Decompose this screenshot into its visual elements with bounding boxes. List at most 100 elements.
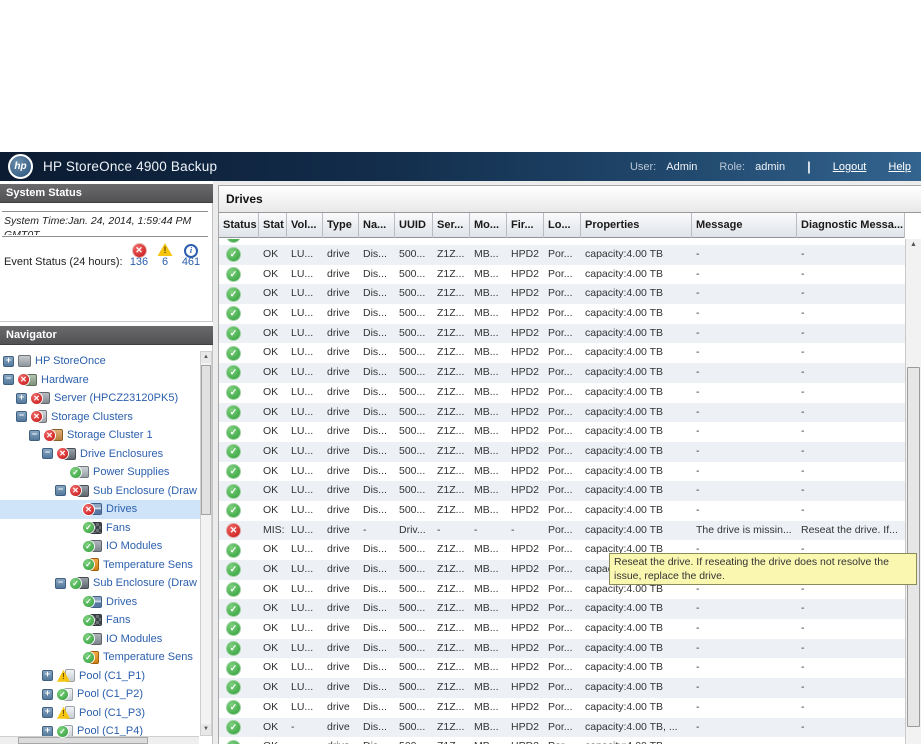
tree-item-drive-enclosures[interactable]: −✕Drive Enclosures xyxy=(0,445,200,464)
column-header-message[interactable]: Message xyxy=(692,213,797,238)
cell-status: ✓ xyxy=(219,442,259,462)
tree-item-io-modules[interactable]: ✓IO Modules xyxy=(0,537,200,556)
column-header-status[interactable]: Status xyxy=(219,213,259,238)
column-header-na[interactable]: Na... xyxy=(359,213,395,238)
drives-table-row[interactable]: ✓OKLU...driveDis...500...Z1Z...MB...HPD2… xyxy=(219,284,905,304)
system-status-panel: System Time:Jan. 24, 2014, 1:59:44 PM GM… xyxy=(0,203,213,322)
tree-item-temperature-sens[interactable]: ✓Temperature Sens xyxy=(0,648,200,667)
tree-item-hp-storeonce[interactable]: +HP StoreOnce xyxy=(0,352,200,371)
cell-mo: MB... xyxy=(470,540,507,560)
drives-table-row[interactable]: ✓OKLU...driveDis...500...Z1Z...MB...HPD2… xyxy=(219,599,905,619)
tree-item-server-hpcz23120pk5[interactable]: +✕Server (HPCZ23120PK5) xyxy=(0,389,200,408)
tree-item-pool-c1-p3[interactable]: +!Pool (C1_P3) xyxy=(0,704,200,723)
cell-type: drive xyxy=(323,265,359,285)
column-header-fir[interactable]: Fir... xyxy=(507,213,544,238)
drives-table-row[interactable]: ✓OKLU...driveDis...500...Z1Z...MB...HPD2… xyxy=(219,324,905,344)
column-header-vol[interactable]: Vol... xyxy=(287,213,323,238)
column-header-diagnostic[interactable]: Diagnostic Messa... xyxy=(797,213,905,238)
drives-table-row[interactable]: ✓OKLU...driveDis...500...Z1Z...MB...HPD2… xyxy=(219,422,905,442)
drives-table-row[interactable]: ✓OKLU...driveDis...500...Z1Z...MB...HPD2… xyxy=(219,343,905,363)
tree-item-fans[interactable]: ✓Fans xyxy=(0,519,200,538)
cell-stat: OK xyxy=(259,403,287,423)
drives-table-row[interactable]: ✓OKLU...driveDis...500...Z1Z...MB...HPD2… xyxy=(219,658,905,678)
drives-table-row[interactable]: ✕MIS:LU...drive-Driv...---Por...capacity… xyxy=(219,521,905,541)
column-header-uuid[interactable]: UUID xyxy=(395,213,433,238)
app-header-bar: hp HP StoreOnce 4900 Backup User: Admin … xyxy=(0,152,921,181)
expand-icon[interactable]: + xyxy=(42,689,53,700)
tree-vertical-scrollbar[interactable]: ▲ ▼ xyxy=(200,351,212,736)
drives-table-row[interactable]: ✓OKLU...driveDis...500...Z1Z...MB...HPD2… xyxy=(219,245,905,265)
cell-diagnostic: - xyxy=(797,619,905,639)
drives-table-row[interactable]: ✓OK-driveDis...500...Z1Z...MB...HPD2Por.… xyxy=(219,737,905,744)
column-header-properties[interactable]: Properties xyxy=(581,213,692,238)
column-header-lo[interactable]: Lo... xyxy=(544,213,581,238)
error-count-link[interactable]: 136 xyxy=(126,256,152,268)
tree-item-storage-cluster-1[interactable]: −✕Storage Cluster 1 xyxy=(0,426,200,445)
drives-table-row[interactable]: ✓OKLU...driveDis...500...Z1Z...MB...HPD2… xyxy=(219,678,905,698)
tree-item-hardware[interactable]: −✕Hardware xyxy=(0,371,200,390)
expand-icon[interactable]: + xyxy=(42,707,53,718)
logout-link[interactable]: Logout xyxy=(833,161,867,173)
cell-properties: capacity:4.00 TB xyxy=(581,481,692,501)
drives-table-row[interactable]: ✓OKLU...driveDis...500...Z1Z...MB...HPD2… xyxy=(219,363,905,383)
ok-status-icon: ✓ xyxy=(226,326,241,341)
expand-icon[interactable]: + xyxy=(16,393,27,404)
tree-item-fans[interactable]: ✓Fans xyxy=(0,611,200,630)
tree-item-drives[interactable]: ✓Drives xyxy=(0,593,200,612)
cell-uuid: 500... xyxy=(395,422,433,442)
warning-count-link[interactable]: 6 xyxy=(152,256,178,268)
column-header-mo[interactable]: Mo... xyxy=(470,213,507,238)
info-count-link[interactable]: 461 xyxy=(178,256,204,268)
column-header-ser[interactable]: Ser... xyxy=(433,213,470,238)
tree-horizontal-scrollbar[interactable] xyxy=(0,736,199,744)
tree-scrollbar-thumb[interactable] xyxy=(201,365,211,515)
collapse-icon[interactable]: − xyxy=(3,374,14,385)
tree-item-storage-clusters[interactable]: −✕Storage Clusters xyxy=(0,408,200,427)
collapse-icon[interactable]: − xyxy=(55,485,66,496)
drives-table-row[interactable]: ✓OKLU...driveDis...500...Z1Z...MB...HPD2… xyxy=(219,265,905,285)
collapse-icon[interactable]: − xyxy=(42,448,53,459)
table-vertical-scrollbar[interactable]: ▲ xyxy=(905,239,921,744)
tree-item-pool-c1-p1[interactable]: +!Pool (C1_P1) xyxy=(0,667,200,686)
tree-item-power-supplies[interactable]: ✓Power Supplies xyxy=(0,463,200,482)
tree-hscrollbar-thumb[interactable] xyxy=(18,737,148,744)
collapse-icon[interactable]: − xyxy=(16,411,27,422)
tree-item-drives[interactable]: ✕Drives xyxy=(0,500,200,519)
cell-type: drive xyxy=(323,343,359,363)
expand-icon[interactable]: + xyxy=(3,356,14,367)
drives-table-row[interactable]: ✓OKLU...driveDis...500...Z1Z...MB...HPD2… xyxy=(219,403,905,423)
tree-item-sub-enclosure-draw[interactable]: −✓Sub Enclosure (Draw xyxy=(0,574,200,593)
expand-icon[interactable]: + xyxy=(42,670,53,681)
scroll-up-icon[interactable]: ▲ xyxy=(906,241,921,248)
ok-status-icon: ✓ xyxy=(226,543,241,558)
drives-table-row[interactable]: ✓OK-driveDis...500...Z1Z...MB...HPD2Por.… xyxy=(219,718,905,738)
drives-table-row[interactable]: ✓OKLU...driveDis...500...Z1Z...MB...HPD2… xyxy=(219,442,905,462)
tree-item-pool-c1-p2[interactable]: +✓Pool (C1_P2) xyxy=(0,685,200,704)
cell-lo: Por... xyxy=(544,481,581,501)
drives-table-row[interactable]: ✓OKLU...driveDis...500...Z1Z...MB...HPD2… xyxy=(219,501,905,521)
collapse-icon[interactable]: − xyxy=(29,430,40,441)
drives-table-row[interactable]: ✓OKLU...driveDis...500...Z1Z...MB...HPD2… xyxy=(219,462,905,482)
table-scrollbar-thumb[interactable] xyxy=(907,367,920,727)
cell-vol: LU... xyxy=(287,284,323,304)
drives-table-row[interactable]: ✓OKLU...driveDis...500...Z1Z...MB...HPD2… xyxy=(219,383,905,403)
drives-table-row[interactable]: ✓OKLU...driveDis...500...Z1Z...MB...HPD2… xyxy=(219,619,905,639)
cell-na: Dis... xyxy=(359,284,395,304)
help-link[interactable]: Help xyxy=(888,161,911,173)
column-header-stat[interactable]: Stat xyxy=(259,213,287,238)
tree-item-io-modules[interactable]: ✓IO Modules xyxy=(0,630,200,649)
drives-table-row[interactable]: ✓OKLU...driveDis...500...Z1Z...MB...HPD2… xyxy=(219,698,905,718)
scroll-down-icon[interactable]: ▼ xyxy=(201,724,211,735)
collapse-icon[interactable]: − xyxy=(55,578,66,589)
cell-lo: Por... xyxy=(544,462,581,482)
drives-table-row[interactable]: ✓OKLU...driveDis...500...Z1Z...MB...HPD2… xyxy=(219,304,905,324)
tree-item-sub-enclosure-draw[interactable]: −✕Sub Enclosure (Draw xyxy=(0,482,200,501)
cell-ser: Z1Z... xyxy=(433,442,470,462)
cell-fir: HPD2 xyxy=(507,560,544,580)
tree-item-temperature-sens[interactable]: ✓Temperature Sens xyxy=(0,556,200,575)
drives-table-row[interactable]: ✓OKLU...driveDis...500...Z1Z...MB...HPD2… xyxy=(219,639,905,659)
cell-vol: LU... xyxy=(287,245,323,265)
drives-table-row[interactable]: ✓OKLU...driveDis...500...Z1Z...MB...HPD2… xyxy=(219,481,905,501)
scroll-up-icon[interactable]: ▲ xyxy=(201,352,211,363)
column-header-type[interactable]: Type xyxy=(323,213,359,238)
